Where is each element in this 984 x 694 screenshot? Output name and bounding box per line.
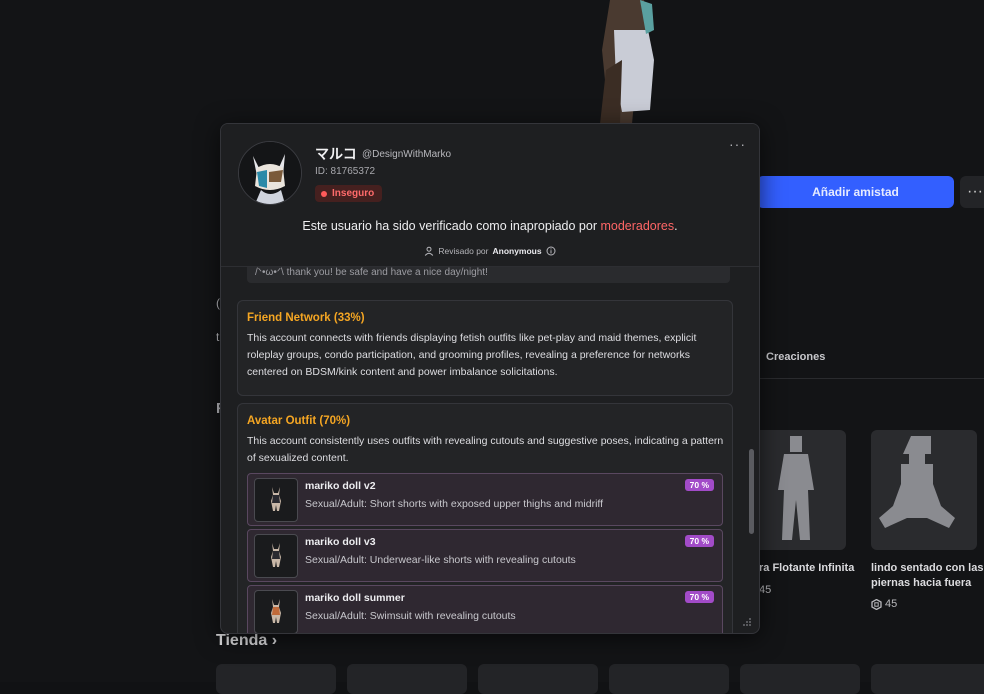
outfit-description: Sexual/Adult: Underwear-like shorts with…: [305, 554, 576, 566]
popup-menu-button[interactable]: ···: [729, 136, 746, 152]
verification-text: Este usuario ha sido verificado como ina…: [302, 219, 601, 233]
user-id: ID: 81765372: [315, 166, 376, 177]
outfit-name: mariko doll v2: [305, 480, 376, 492]
outfit-avatar-icon: [271, 543, 281, 567]
user-safety-popup: マルコ @DesignWithMarko ID: 81765372 Insegu…: [220, 123, 760, 634]
creation-card-price: 45: [871, 598, 897, 610]
percent-badge: 70 %: [684, 591, 714, 603]
section-text: This account connects with friends displ…: [247, 332, 697, 378]
tab-creations[interactable]: Creaciones: [766, 351, 825, 363]
status-badge: Inseguro: [315, 185, 383, 202]
username-handle: @DesignWithMarko: [362, 149, 452, 160]
creation-card-price: 45: [759, 584, 772, 596]
section-text: This account consistently uses outfits w…: [247, 435, 724, 464]
profile-avatar-figure: [600, 0, 654, 124]
shop-card[interactable]: [478, 664, 598, 694]
avatar-outfit-section: Avatar Outfit (70%) This account consist…: [237, 403, 733, 633]
shop-card[interactable]: [871, 664, 984, 694]
display-name: マルコ: [315, 146, 357, 162]
outfit-description: Sexual/Adult: Swimsuit with revealing cu…: [305, 610, 516, 622]
percent-badge: 70 %: [684, 535, 714, 547]
outfit-item[interactable]: mariko doll v3 Sexual/Adult: Underwear-l…: [247, 529, 723, 582]
shop-heading-label: Tienda: [216, 632, 268, 649]
shop-card[interactable]: [609, 664, 729, 694]
section-title: Friend Network (33%): [247, 312, 365, 324]
robux-icon: [871, 598, 882, 610]
quote-fragment: /ᐠ•ω•ᐟ\ thank you! be safe and have a ni…: [247, 266, 730, 283]
verification-period: .: [674, 219, 678, 233]
chevron-right-icon: ›: [271, 632, 278, 649]
shop-card[interactable]: [740, 664, 860, 694]
moderators-link[interactable]: moderadores: [600, 219, 674, 233]
popup-header: マルコ @DesignWithMarko ID: 81765372 Insegu…: [221, 124, 759, 267]
outfit-avatar-icon: [271, 487, 281, 511]
avatar[interactable]: [238, 141, 302, 205]
section-title: Avatar Outfit (70%): [247, 415, 351, 427]
reviewed-by-line: Revisado por Anonymous: [221, 246, 759, 256]
popup-scrollbar[interactable]: [749, 449, 754, 534]
status-badge-label: Inseguro: [332, 188, 375, 199]
creation-card[interactable]: [871, 430, 977, 550]
more-options-button[interactable]: ···: [960, 176, 984, 208]
outfit-thumbnail: [254, 478, 298, 522]
shop-heading[interactable]: Tienda ›: [216, 632, 277, 650]
background-text-fragment: t: [216, 330, 220, 344]
percent-badge: 70 %: [684, 479, 714, 491]
info-icon[interactable]: [546, 246, 556, 256]
outfit-name: mariko doll v3: [305, 536, 376, 548]
avatar-headshot-icon: [239, 142, 301, 204]
outfit-thumbnail: [254, 590, 298, 633]
avatar-silhouette-icon: [879, 436, 955, 528]
creation-card-title[interactable]: ra Flotante Infinita: [759, 561, 854, 576]
verification-message: Este usuario ha sido verificado como ina…: [221, 219, 759, 233]
add-friend-button[interactable]: Añadir amistad: [757, 176, 954, 208]
outfit-item[interactable]: mariko doll summer Sexual/Adult: Swimsui…: [247, 585, 723, 633]
outfit-description: Sexual/Adult: Short shorts with exposed …: [305, 498, 604, 510]
resize-handle-icon[interactable]: [742, 617, 752, 627]
reviewer-name: Anonymous: [492, 246, 542, 256]
outfit-avatar-icon: [271, 599, 281, 623]
outfit-item[interactable]: mariko doll v2 Sexual/Adult: Short short…: [247, 473, 723, 526]
friend-network-section: Friend Network (33%) This account connec…: [237, 300, 733, 396]
outfit-name: mariko doll summer: [305, 592, 405, 604]
creation-card-title[interactable]: lindo sentado con las piernas hacia fuer…: [871, 561, 984, 591]
shop-card[interactable]: [216, 664, 336, 694]
outfit-thumbnail: [254, 534, 298, 578]
tab-divider: [757, 378, 984, 379]
shop-card[interactable]: [347, 664, 467, 694]
reviewed-prefix: Revisado por: [438, 246, 489, 256]
price-value: 45: [885, 598, 898, 610]
popup-scroll-area[interactable]: /ᐠ•ω•ᐟ\ thank you! be safe and have a ni…: [221, 266, 759, 633]
status-dot-icon: [321, 190, 327, 197]
person-icon: [425, 246, 434, 256]
